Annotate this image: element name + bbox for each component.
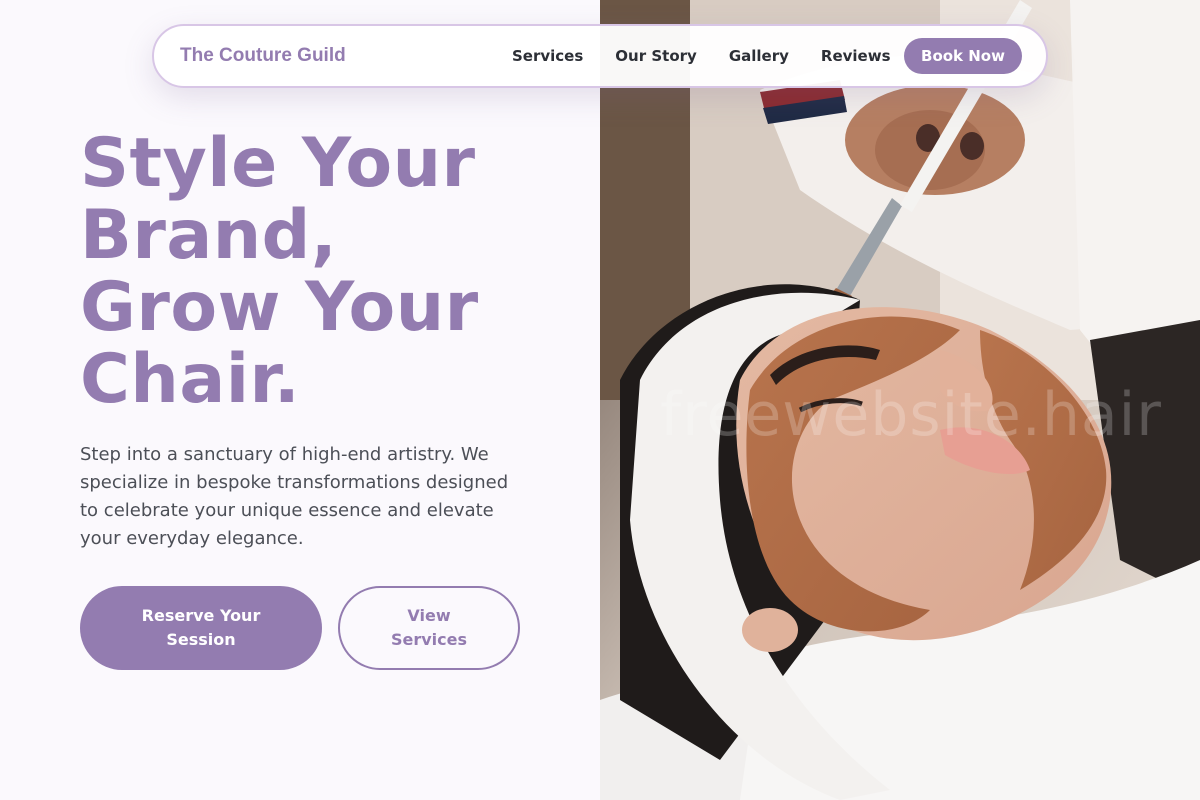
hero-description: Step into a sanctuary of high-end artist… xyxy=(80,444,509,549)
nav-link-gallery[interactable]: Gallery xyxy=(729,47,789,65)
headline-line-1: Style Your xyxy=(80,124,476,203)
reserve-session-button[interactable]: Reserve Your Session xyxy=(80,586,322,670)
nav-links: Services Our Story Gallery Reviews xyxy=(512,26,891,86)
watermark-text: freewebsite.hair xyxy=(660,380,1162,450)
nav-link-our-story[interactable]: Our Story xyxy=(615,47,697,65)
headline-line-2: Brand, xyxy=(80,196,338,275)
book-now-button[interactable]: Book Now xyxy=(904,38,1022,74)
top-navigation: The Couture Guild Services Our Story Gal… xyxy=(152,24,1048,88)
brand-logo[interactable]: The Couture Guild xyxy=(180,26,346,86)
nav-link-services[interactable]: Services xyxy=(512,47,583,65)
nav-link-reviews[interactable]: Reviews xyxy=(821,47,891,65)
headline-line-3: Grow Your xyxy=(80,268,479,347)
hero-left-panel: Style Your Brand, Grow Your Chair. Step … xyxy=(0,0,600,800)
hero-headline: Style Your Brand, Grow Your Chair. xyxy=(80,128,580,416)
headline-line-4: Chair. xyxy=(80,340,301,419)
view-services-button[interactable]: View Services xyxy=(338,586,520,670)
